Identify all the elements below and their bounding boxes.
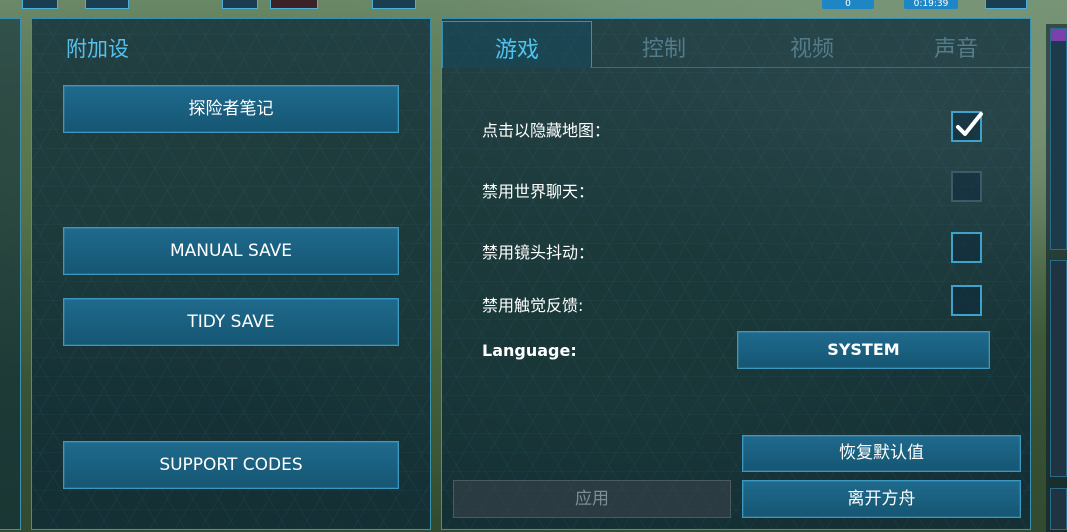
leave-ark-button[interactable]: 离开方舟 <box>742 480 1021 518</box>
hide-map-label: 点击以隐藏地图： <box>482 121 611 140</box>
apply-button[interactable]: 应用 <box>453 480 731 518</box>
tab-audio[interactable]: 声音 <box>882 21 1030 68</box>
tab-video[interactable]: 视频 <box>738 21 886 68</box>
side-panel-edge <box>0 18 21 530</box>
tab-bar: 游戏 控制 视频 声音 <box>442 19 1030 71</box>
tab-controls[interactable]: 控制 <box>590 21 738 68</box>
disable-shake-checkbox[interactable] <box>951 232 982 263</box>
tab-game[interactable]: 游戏 <box>442 21 592 68</box>
hud-slot[interactable] <box>270 0 318 9</box>
disable-haptics-label: 禁用触觉反馈: <box>482 296 584 315</box>
hide-map-checkbox[interactable] <box>951 111 983 142</box>
hud-slot[interactable] <box>22 0 58 9</box>
disable-shake-label: 禁用镜头抖动： <box>482 243 595 262</box>
hud-slot[interactable] <box>222 0 258 9</box>
reset-defaults-button[interactable]: 恢复默认值 <box>742 435 1021 472</box>
hud-counter: 0 <box>822 0 874 9</box>
side-thumbnail[interactable] <box>1050 488 1067 530</box>
hud-slot[interactable] <box>372 0 416 9</box>
side-thumbnail[interactable] <box>1050 28 1067 250</box>
disable-chat-label: 禁用世界聊天： <box>482 182 595 201</box>
panel-title: 附加设 <box>66 37 129 61</box>
explorer-notes-button[interactable]: 探险者笔记 <box>63 85 399 133</box>
tidy-save-button[interactable]: TIDY SAVE <box>63 298 399 346</box>
checkmark-icon <box>956 112 983 136</box>
language-label: Language: <box>482 341 577 360</box>
side-thumbnail[interactable] <box>1050 260 1067 477</box>
manual-save-button[interactable]: MANUAL SAVE <box>63 227 399 275</box>
language-select[interactable]: SYSTEM <box>737 331 990 369</box>
top-hud: 0 0:19:39 <box>0 0 1067 10</box>
disable-chat-checkbox[interactable] <box>951 171 982 202</box>
hud-slot[interactable] <box>85 0 129 9</box>
additional-settings-panel: 附加设 探险者笔记 MANUAL SAVE TIDY SAVE SUPPORT … <box>31 18 431 530</box>
disable-haptics-checkbox[interactable] <box>951 285 982 316</box>
hud-slot[interactable] <box>985 0 1027 9</box>
options-panel: 游戏 控制 视频 声音 点击以隐藏地图： 禁用世界聊天： 禁用镜头抖动： 禁用触… <box>441 18 1031 530</box>
hud-time: 0:19:39 <box>904 0 958 9</box>
support-codes-button[interactable]: SUPPORT CODES <box>63 441 399 489</box>
